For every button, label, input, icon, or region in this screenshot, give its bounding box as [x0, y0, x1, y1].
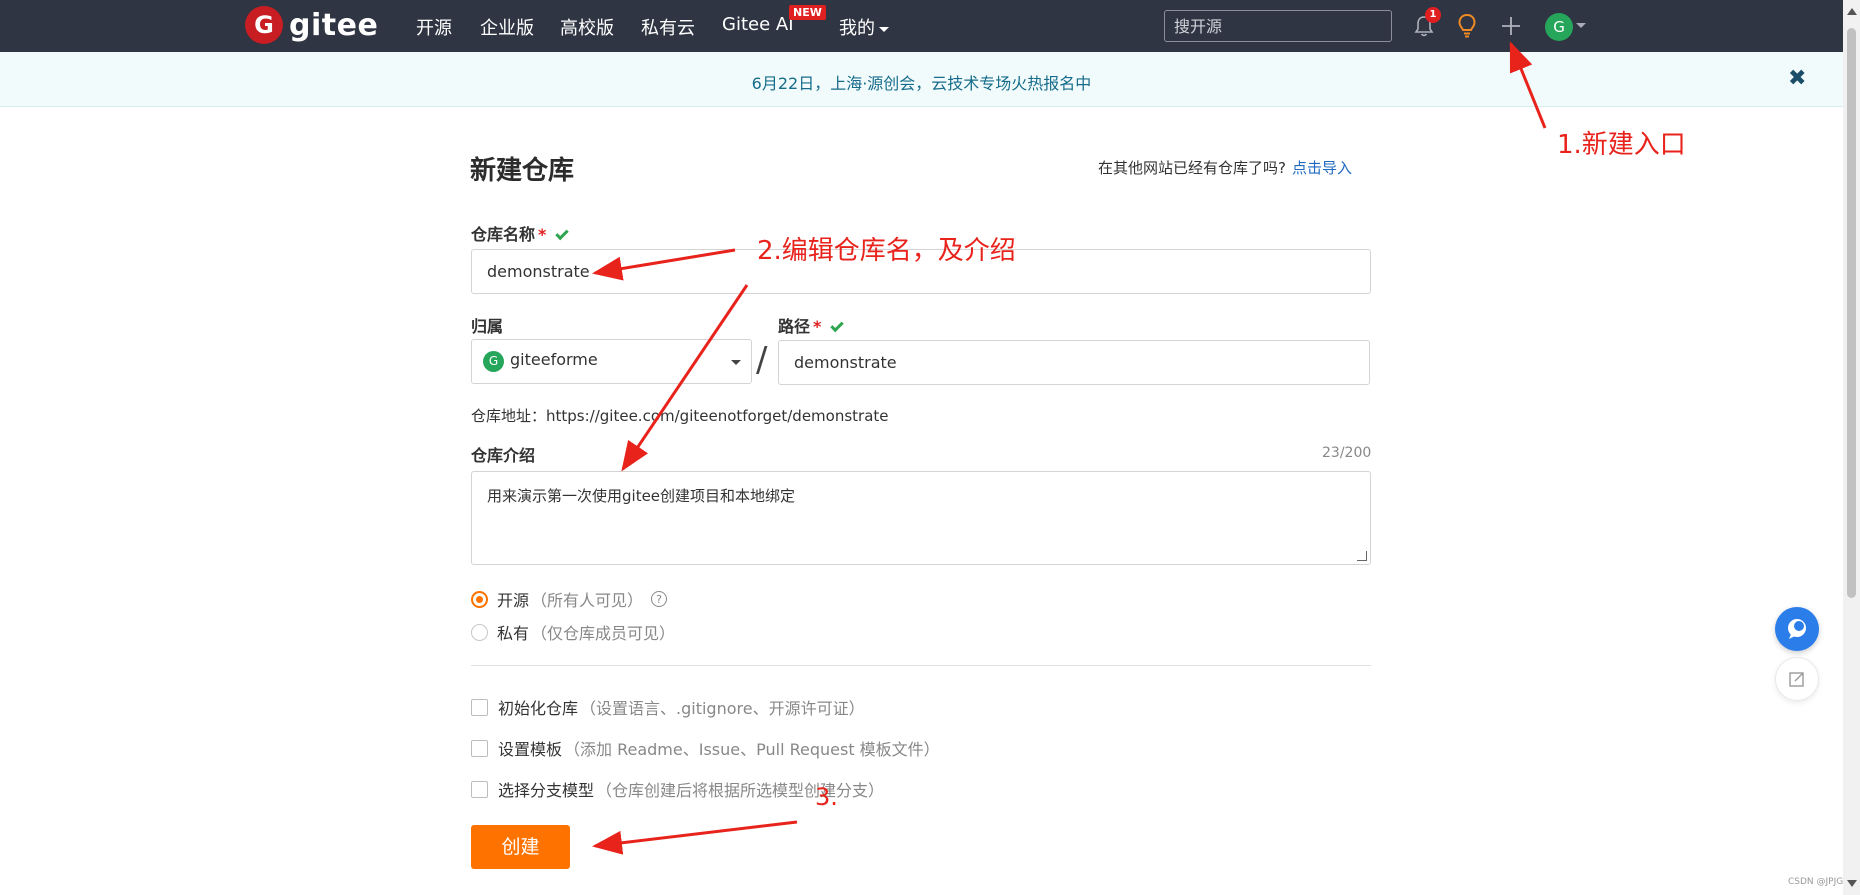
- repo-name-label-text: 仓库名称: [471, 225, 536, 244]
- chat-assistant-button[interactable]: [1775, 607, 1819, 651]
- checkbox[interactable]: [471, 780, 488, 798]
- required-mark: *: [538, 225, 547, 244]
- page-title: 新建仓库: [470, 156, 575, 186]
- announcement-banner: 6月22日，上海·源创会，云技术专场火热报名中 ✖: [0, 52, 1843, 107]
- valid-check-icon: [555, 226, 570, 241]
- radio-button[interactable]: [471, 623, 488, 641]
- owner-label: 归属: [471, 317, 504, 336]
- chevron-down-icon: [731, 360, 741, 365]
- option-template[interactable]: 设置模板 （添加 Readme、Issue、Pull Request 模板文件）: [471, 736, 940, 760]
- radio-button-selected[interactable]: [471, 590, 488, 608]
- nav-item-enterprise[interactable]: 企业版: [480, 14, 534, 40]
- notification-count-badge: 1: [1425, 7, 1441, 23]
- visibility-public-label: 开源: [497, 591, 530, 610]
- gitee-logo-icon: G: [245, 6, 283, 44]
- desc-char-count: 23/200: [1322, 445, 1372, 461]
- top-nav: G gitee 开源 企业版 高校版 私有云 Gitee AI NEW 我的 1…: [0, 0, 1843, 52]
- nav-item-gitee-ai[interactable]: Gitee AI: [722, 14, 794, 35]
- option-template-label: 设置模板: [498, 740, 563, 759]
- lightbulb-icon: [1458, 13, 1476, 38]
- scroll-thumb[interactable]: [1847, 28, 1856, 598]
- repo-url-label: 仓库地址：: [471, 407, 547, 425]
- path-separator: /: [756, 340, 768, 380]
- lightbulb-button[interactable]: [1452, 10, 1482, 42]
- path-label-text: 路径: [778, 317, 811, 336]
- repo-name-label: 仓库名称 *: [471, 221, 570, 245]
- chat-bubble-icon: [1788, 619, 1806, 639]
- import-hint: 在其他网站已经有仓库了吗? 点击导入: [1098, 157, 1352, 178]
- plus-icon: [1502, 17, 1520, 35]
- option-branch-model-label: 选择分支模型: [498, 781, 595, 800]
- close-icon[interactable]: ✖: [1788, 66, 1806, 91]
- visibility-option-private[interactable]: 私有 （仅仓库成员可见）: [471, 620, 675, 644]
- banner-link[interactable]: 6月22日，上海·源创会，云技术专场火热报名中: [0, 70, 1843, 94]
- arrow-to-create: [592, 820, 798, 855]
- help-icon[interactable]: ?: [651, 591, 668, 607]
- edit-icon: [1789, 672, 1804, 687]
- repo-desc-value: 用来演示第一次使用gitee创建项目和本地绑定: [487, 487, 796, 505]
- repo-desc-label: 仓库介绍: [471, 446, 536, 465]
- owner-value: giteeforme: [510, 350, 598, 369]
- nav-item-mine-label: 我的: [839, 18, 875, 39]
- option-init-repo[interactable]: 初始化仓库 （设置语言、.gitignore、开源许可证）: [471, 695, 865, 719]
- gitee-logo-text: gitee: [289, 7, 379, 43]
- option-init-repo-label: 初始化仓库: [498, 699, 579, 718]
- option-branch-model-hint: （仓库创建后将根据所选模型创建分支）: [596, 781, 885, 800]
- divider: [471, 665, 1371, 666]
- chevron-down-icon[interactable]: [1576, 23, 1586, 28]
- page-scrollbar[interactable]: [1843, 0, 1860, 895]
- new-badge: NEW: [789, 5, 826, 20]
- chevron-down-icon: [879, 26, 889, 32]
- nav-item-education[interactable]: 高校版: [560, 14, 614, 40]
- search-input[interactable]: [1164, 10, 1392, 42]
- path-label: 路径 *: [778, 313, 845, 337]
- scroll-down-arrow-icon[interactable]: [1847, 880, 1857, 887]
- import-link[interactable]: 点击导入: [1292, 159, 1352, 177]
- create-new-button[interactable]: [1496, 10, 1526, 42]
- required-mark: *: [813, 317, 822, 336]
- watermark: CSDN @JPJG: [1788, 877, 1844, 887]
- repo-path-input[interactable]: demonstrate: [778, 340, 1370, 385]
- import-hint-text: 在其他网站已经有仓库了吗?: [1098, 159, 1286, 177]
- option-template-hint: （添加 Readme、Issue、Pull Request 模板文件）: [564, 740, 940, 759]
- gitee-logo[interactable]: G gitee: [245, 6, 378, 44]
- resize-handle-icon[interactable]: [1357, 551, 1367, 561]
- nav-item-open-source[interactable]: 开源: [416, 14, 452, 40]
- owner-avatar: G: [483, 351, 504, 372]
- checkbox[interactable]: [471, 739, 488, 757]
- nav-item-mine[interactable]: 我的: [839, 14, 889, 40]
- repo-url: 仓库地址：https://gitee.com/giteenotforget/de…: [471, 405, 889, 426]
- valid-check-icon: [830, 318, 845, 333]
- repo-desc-textarea[interactable]: 用来演示第一次使用gitee创建项目和本地绑定: [471, 471, 1371, 565]
- visibility-private-hint: （仅仓库成员可见）: [531, 624, 676, 643]
- visibility-option-public[interactable]: 开源 （所有人可见） ?: [471, 587, 668, 611]
- visibility-public-hint: （所有人可见）: [531, 591, 644, 610]
- repo-url-value: https://gitee.com/giteenotforget/demonst…: [546, 407, 889, 425]
- create-button[interactable]: 创建: [471, 825, 570, 869]
- annotation-step3: 3.: [815, 783, 838, 811]
- option-init-repo-hint: （设置语言、.gitignore、开源许可证）: [580, 699, 865, 718]
- user-avatar[interactable]: G: [1545, 13, 1573, 41]
- nav-item-private-cloud[interactable]: 私有云: [641, 14, 695, 40]
- annotation-step2: 2.编辑仓库名，及介绍: [757, 236, 1016, 266]
- visibility-private-label: 私有: [497, 624, 530, 643]
- owner-select[interactable]: G giteeforme: [471, 339, 752, 384]
- feedback-button[interactable]: [1775, 657, 1819, 701]
- annotation-step1: 1.新建入口: [1557, 130, 1686, 160]
- scroll-up-arrow-icon[interactable]: [1847, 8, 1857, 15]
- checkbox[interactable]: [471, 698, 488, 716]
